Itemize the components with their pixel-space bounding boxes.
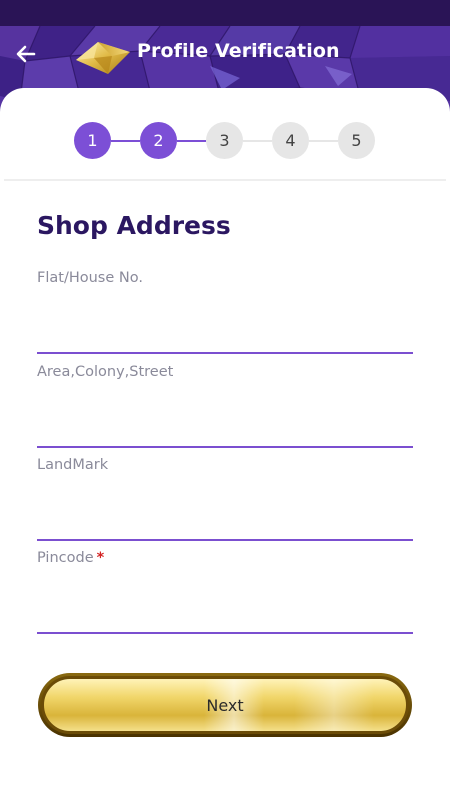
back-button[interactable] <box>10 38 42 70</box>
step-1[interactable]: 1 <box>74 122 111 159</box>
next-button-face: Next <box>41 676 409 734</box>
step-connector <box>243 140 272 142</box>
step-4[interactable]: 4 <box>272 122 309 159</box>
address-form[interactable]: Flat/House No. Area,Colony,Street LandMa… <box>0 258 450 650</box>
page-title: Profile Verification <box>137 40 340 62</box>
status-bar <box>0 0 450 26</box>
step-2[interactable]: 2 <box>140 122 177 159</box>
flat-house-label: Flat/House No. <box>37 270 143 286</box>
next-button[interactable]: Next <box>38 673 412 737</box>
flat-house-input[interactable] <box>37 300 413 354</box>
area-colony-label: Area,Colony,Street <box>37 364 174 380</box>
gold-diamond-logo <box>76 42 130 74</box>
step-5[interactable]: 5 <box>338 122 375 159</box>
pincode-label: Pincode * <box>37 550 104 566</box>
stepper-divider <box>4 179 446 181</box>
next-button-label: Next <box>206 695 244 715</box>
step-connector <box>111 140 140 142</box>
pincode-field: Pincode * <box>37 550 413 638</box>
section-title: Shop Address <box>37 211 231 240</box>
area-colony-input[interactable] <box>37 394 413 448</box>
step-connector <box>309 140 338 142</box>
flat-house-field: Flat/House No. <box>37 270 413 358</box>
form-card: 1 2 3 4 5 Shop Address Flat/House No. Ar… <box>0 88 450 800</box>
landmark-input[interactable] <box>37 487 413 541</box>
pincode-input[interactable] <box>37 580 413 634</box>
step-3[interactable]: 3 <box>206 122 243 159</box>
required-asterisk: * <box>96 550 105 566</box>
step-connector <box>177 140 206 142</box>
area-colony-field: Area,Colony,Street <box>37 364 413 452</box>
arrow-left-icon <box>16 45 36 63</box>
landmark-field: LandMark <box>37 457 413 545</box>
screen: Profile Verification 1 2 3 4 5 Shop Addr… <box>0 0 450 800</box>
progress-stepper: 1 2 3 4 5 <box>74 122 376 160</box>
button-shine <box>294 679 374 731</box>
pincode-label-text: Pincode <box>37 550 94 566</box>
landmark-label: LandMark <box>37 457 109 473</box>
